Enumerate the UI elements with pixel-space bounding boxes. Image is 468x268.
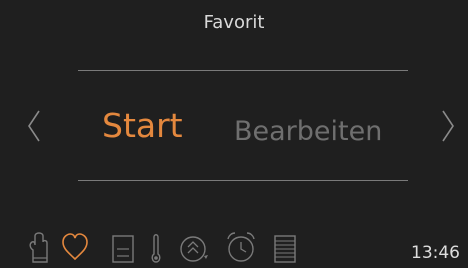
oven-mitt-icon[interactable] (26, 228, 54, 264)
divider-top (78, 70, 408, 71)
thermometer-icon[interactable] (146, 228, 174, 264)
circular-arrows-icon[interactable] (178, 228, 208, 264)
divider-bottom (78, 180, 408, 181)
heart-icon[interactable] (60, 228, 88, 264)
edit-option[interactable]: Bearbeiten (234, 112, 382, 152)
alarm-clock-icon[interactable] (224, 228, 255, 264)
previous-arrow-icon[interactable] (24, 108, 44, 144)
next-arrow-icon[interactable] (438, 108, 458, 144)
menu-list-icon[interactable] (272, 228, 300, 264)
clock-time: 13:46 (411, 243, 460, 263)
oven-display: Favorit Start Bearbeiten 13:46 (0, 0, 468, 268)
start-option[interactable]: Start (102, 106, 183, 146)
door-panel-icon[interactable] (110, 228, 138, 264)
page-title: Favorit (203, 12, 265, 33)
